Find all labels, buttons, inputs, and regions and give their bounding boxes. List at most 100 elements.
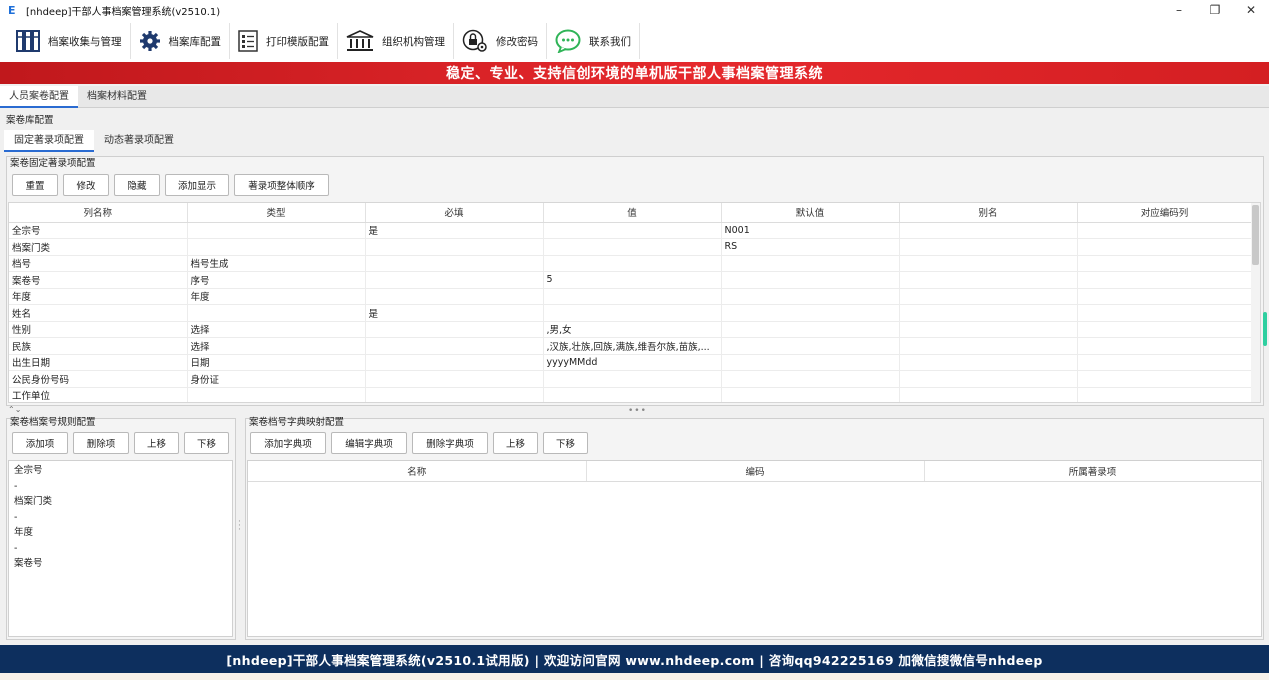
table-cell[interactable] (365, 255, 544, 272)
table-cell[interactable]: 档案门类 (9, 238, 188, 256)
table-cell[interactable] (1077, 337, 1253, 355)
table-cell[interactable] (1077, 354, 1253, 371)
table-cell[interactable]: 案卷号 (9, 271, 188, 289)
edit-dictionary-item-button[interactable]: 编辑字典项 (331, 432, 407, 454)
table-cell[interactable] (899, 337, 1078, 355)
table-cell[interactable] (365, 337, 544, 355)
table-cell[interactable] (721, 288, 900, 305)
modify-button[interactable]: 修改 (63, 174, 109, 196)
close-button[interactable]: ✕ (1233, 0, 1269, 20)
table-cell[interactable] (1077, 271, 1253, 289)
table-cell[interactable] (187, 304, 366, 322)
table-cell[interactable]: 工作单位 (9, 387, 188, 402)
toolbar-archive-management[interactable]: 档案收集与管理 (8, 23, 131, 59)
table-cell[interactable] (365, 321, 544, 338)
table-row[interactable]: 公民身份号码 身份证 (9, 370, 1253, 388)
table-cell[interactable] (1077, 288, 1253, 305)
table-cell[interactable] (1077, 321, 1253, 338)
table-cell[interactable] (721, 337, 900, 355)
table-row[interactable]: 档号 档号生成 (9, 255, 1253, 272)
table-cell[interactable]: 是 (365, 304, 544, 322)
table-row[interactable]: 工作单位 (9, 387, 1253, 402)
table-cell[interactable]: 身份证 (187, 370, 366, 388)
horizontal-splitter-handle[interactable]: ••• (628, 406, 647, 416)
tab-personnel-volume-config[interactable]: 人员案卷配置 (0, 86, 78, 108)
move-up-button[interactable]: 上移 (134, 432, 179, 454)
table-cell[interactable]: ,男,女 (543, 321, 722, 338)
table-cell[interactable] (1077, 304, 1253, 322)
table-cell[interactable]: yyyyMMdd (543, 354, 722, 371)
table-row[interactable]: 性别 选择 ,男,女 (9, 321, 1253, 338)
table-cell[interactable] (187, 222, 366, 239)
table-cell[interactable] (187, 387, 366, 402)
table-cell[interactable] (187, 238, 366, 256)
table-cell[interactable]: 档号生成 (187, 255, 366, 272)
table-cell[interactable] (543, 387, 722, 402)
toolbar-change-password[interactable]: 修改密码 (454, 23, 547, 59)
list-item[interactable]: 年度 (14, 525, 227, 541)
add-display-button[interactable]: 添加显示 (165, 174, 229, 196)
table-cell[interactable]: 姓名 (9, 304, 188, 322)
list-item[interactable]: 档案门类 (14, 494, 227, 510)
table-cell[interactable] (365, 387, 544, 402)
table-cell[interactable] (721, 321, 900, 338)
table-cell[interactable]: 年度 (9, 288, 188, 305)
table-cell[interactable]: 出生日期 (9, 354, 188, 371)
add-item-button[interactable]: 添加项 (12, 432, 68, 454)
table-cell[interactable]: 选择 (187, 321, 366, 338)
table-cell[interactable]: 序号 (187, 271, 366, 289)
table-cell[interactable] (721, 370, 900, 388)
table-cell[interactable] (721, 304, 900, 322)
collapse-chevron-icon[interactable]: ⌃⌄ (8, 405, 21, 414)
table-row[interactable]: 姓名 是 (9, 304, 1253, 322)
table-cell[interactable]: RS (721, 238, 900, 256)
table-cell[interactable] (543, 304, 722, 322)
table-cell[interactable]: 民族 (9, 337, 188, 355)
tab-fixed-fields[interactable]: 固定著录项配置 (4, 130, 94, 152)
table-cell[interactable]: 性别 (9, 321, 188, 338)
table-cell[interactable]: 全宗号 (9, 222, 188, 239)
column-header[interactable]: 所属著录项 (924, 461, 1262, 482)
table-cell[interactable]: 公民身份号码 (9, 370, 188, 388)
table-cell[interactable] (899, 238, 1078, 256)
table-cell[interactable] (365, 271, 544, 289)
table-cell[interactable] (721, 255, 900, 272)
table-cell[interactable]: 选择 (187, 337, 366, 355)
list-item[interactable]: - (14, 541, 227, 557)
vertical-splitter-handle[interactable]: · · · (238, 518, 241, 535)
toolbar-org-management[interactable]: 组织机构管理 (338, 23, 454, 59)
table-cell[interactable] (721, 271, 900, 289)
table-cell[interactable] (1077, 222, 1253, 239)
table-cell[interactable] (1077, 238, 1253, 256)
table-cell[interactable] (543, 370, 722, 388)
column-header[interactable]: 编码 (586, 461, 925, 482)
table-cell[interactable] (899, 288, 1078, 305)
reset-button[interactable]: 重置 (12, 174, 58, 196)
list-item[interactable]: 案卷号 (14, 556, 227, 572)
table-cell[interactable] (365, 238, 544, 256)
table-cell[interactable] (899, 255, 1078, 272)
table-cell[interactable] (543, 255, 722, 272)
table-cell[interactable] (543, 288, 722, 305)
toolbar-library-config[interactable]: 档案库配置 (131, 23, 230, 59)
rule-item-list[interactable]: 全宗号 - 档案门类 - 年度 - 案卷号 (8, 460, 233, 637)
table-cell[interactable] (899, 321, 1078, 338)
table-cell[interactable]: 档号 (9, 255, 188, 272)
table-cell[interactable] (899, 370, 1078, 388)
column-header[interactable]: 别名 (899, 203, 1078, 223)
move-down-button[interactable]: 下移 (184, 432, 229, 454)
table-cell[interactable]: ,汉族,壮族,回族,满族,维吾尔族,苗族,... (543, 337, 722, 355)
column-header[interactable]: 列名称 (9, 203, 188, 223)
column-header[interactable]: 必填 (365, 203, 544, 223)
list-item[interactable]: 全宗号 (14, 463, 227, 479)
table-cell[interactable] (543, 238, 722, 256)
table-cell[interactable] (543, 222, 722, 239)
minimize-button[interactable]: – (1161, 0, 1197, 20)
table-cell[interactable] (1077, 255, 1253, 272)
table-cell[interactable]: 年度 (187, 288, 366, 305)
column-header[interactable]: 默认值 (721, 203, 900, 223)
toolbar-contact-us[interactable]: 联系我们 (547, 23, 640, 59)
toolbar-print-template[interactable]: 打印模版配置 (230, 23, 338, 59)
dictionary-move-down-button[interactable]: 下移 (543, 432, 588, 454)
field-order-button[interactable]: 著录项整体顺序 (234, 174, 329, 196)
